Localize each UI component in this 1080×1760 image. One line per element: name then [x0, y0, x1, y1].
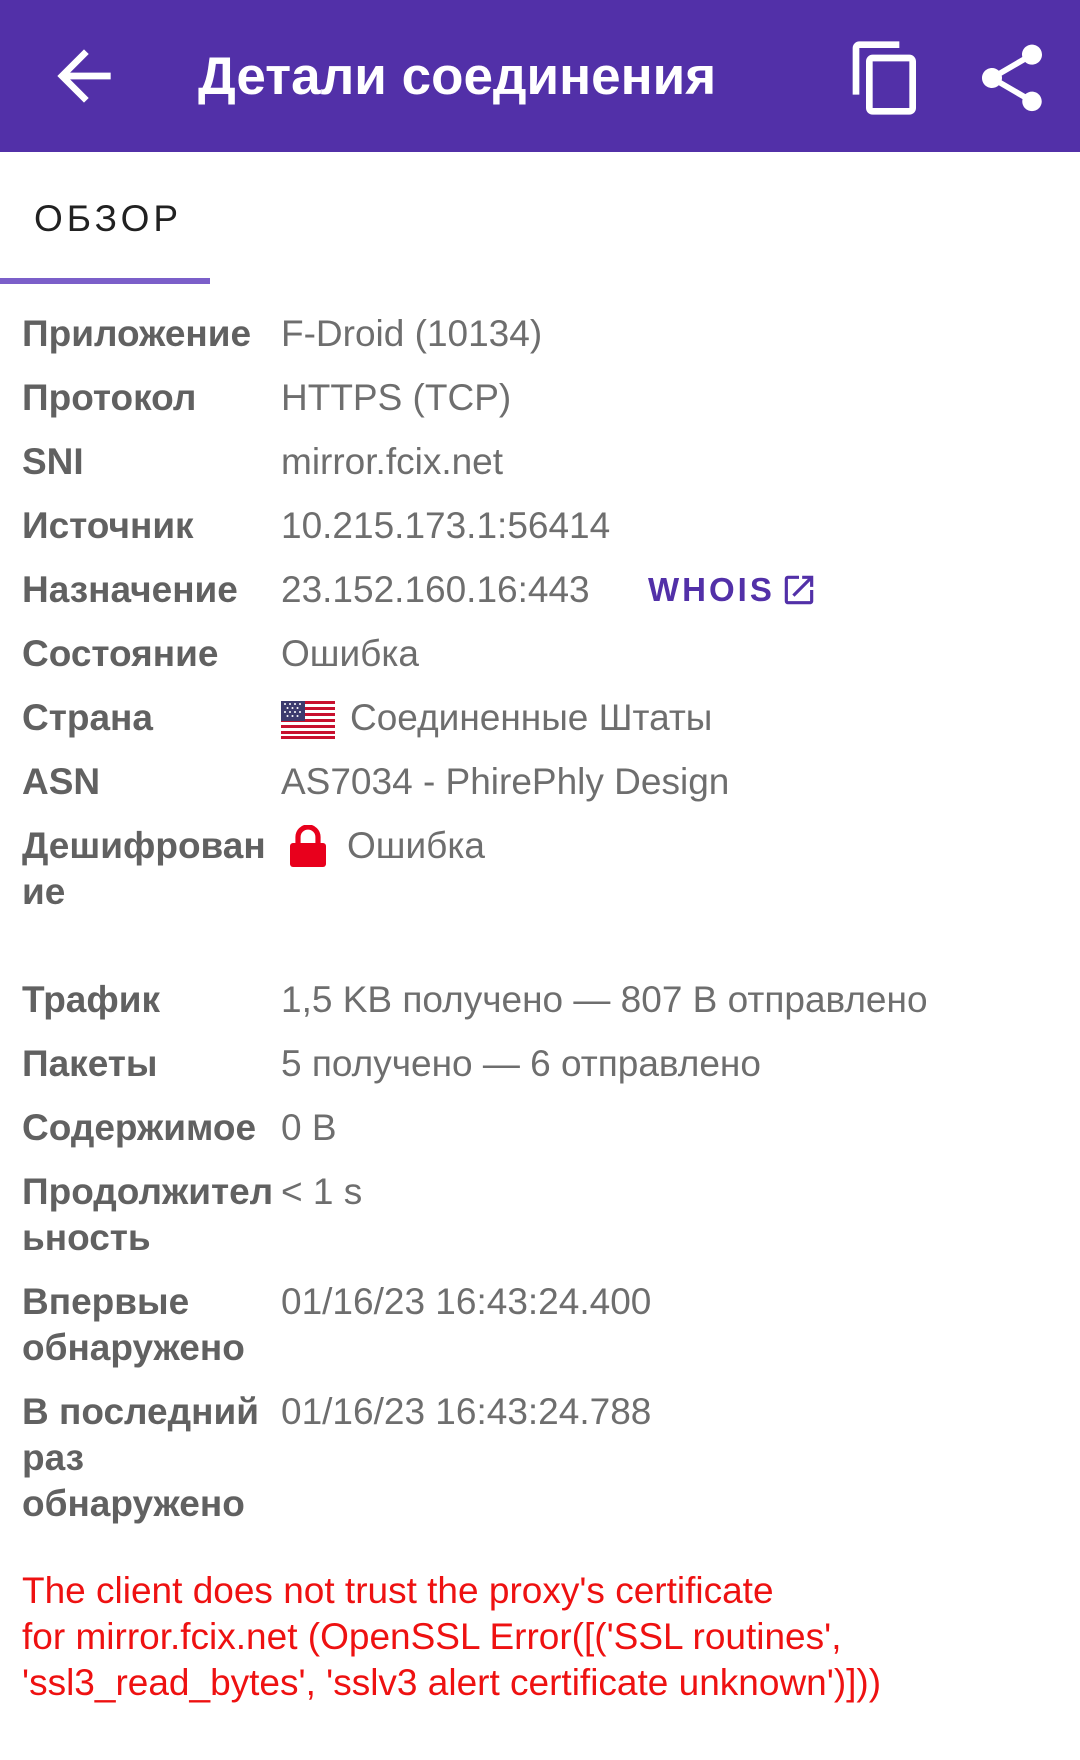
- detail-value: 01/16/23 16:43:24.400: [281, 1281, 652, 1322]
- detail-value: 5 получено — 6 отправлено: [281, 1043, 761, 1084]
- error-line: The client does not trust the proxy's ce…: [22, 1570, 774, 1611]
- detail-value: 0 B: [281, 1107, 337, 1148]
- detail-label: SNI: [22, 441, 84, 482]
- open-in-new-icon[interactable]: [780, 571, 818, 609]
- whois-link[interactable]: WHOIS: [648, 567, 775, 613]
- detail-label: Впервые обнаружено: [22, 1279, 284, 1371]
- content-copy-icon[interactable]: [846, 38, 926, 118]
- error-line: 'ssl3_read_bytes', 'sslv3 alert certific…: [22, 1662, 882, 1703]
- detail-value: AS7034 - PhirePhly Design: [281, 761, 730, 802]
- detail-label: Приложение: [22, 313, 252, 354]
- arrow-back-icon[interactable]: [44, 36, 124, 116]
- detail-value: mirror.fcix.net: [281, 441, 504, 482]
- us-flag-icon: [281, 701, 335, 739]
- detail-value: Соединенные Штаты: [350, 697, 713, 738]
- error-message: The client does not trust the proxy's ce…: [22, 1568, 1062, 1706]
- detail-value: F-Droid (10134): [281, 313, 543, 354]
- detail-value: Ошибка: [281, 633, 419, 674]
- detail-label-line: ие: [22, 871, 66, 912]
- tab-overview[interactable]: ОБЗОР: [0, 152, 210, 284]
- detail-label-line: ьность: [22, 1217, 151, 1258]
- detail-label: Трафик: [22, 979, 161, 1020]
- detail-label-line: В последний: [22, 1391, 259, 1432]
- app-bar: Детали соединения: [0, 0, 1080, 152]
- detail-label-line: обнаружено: [22, 1483, 245, 1524]
- detail-label-line: Впервые: [22, 1281, 190, 1322]
- detail-value: 10.215.173.1:56414: [281, 505, 611, 546]
- page-title: Детали соединения: [198, 47, 717, 106]
- detail-label-line: раз: [22, 1437, 85, 1478]
- detail-label: Страна: [22, 697, 153, 738]
- detail-label: Дешифрован ие: [22, 823, 284, 915]
- detail-value: Ошибка: [347, 825, 485, 866]
- detail-label: Содержимое: [22, 1107, 257, 1148]
- lock-icon: [290, 825, 326, 867]
- detail-label: Состояние: [22, 633, 219, 674]
- detail-label-line: обнаружено: [22, 1327, 245, 1368]
- detail-label: Продолжител ьность: [22, 1169, 284, 1261]
- error-line: for mirror.fcix.net (OpenSSL Error([('SS…: [22, 1616, 842, 1657]
- tab-bar: ОБЗОР: [0, 152, 1080, 284]
- share-icon[interactable]: [972, 38, 1052, 118]
- tab-overview-label: ОБЗОР: [34, 198, 183, 239]
- detail-label: Протокол: [22, 377, 197, 418]
- detail-label: ASN: [22, 761, 101, 802]
- detail-value: HTTPS (TCP): [281, 377, 512, 418]
- detail-label: Пакеты: [22, 1043, 158, 1084]
- detail-value: < 1 s: [281, 1171, 363, 1212]
- detail-label-line: Дешифрован: [22, 825, 266, 866]
- detail-label-line: Продолжител: [22, 1171, 274, 1212]
- detail-value: 1,5 KB получено — 807 B отправлено: [281, 979, 928, 1020]
- detail-label: Назначение: [22, 569, 238, 610]
- detail-label: В последний раз обнаружено: [22, 1389, 284, 1527]
- detail-value: 23.152.160.16:443: [281, 569, 590, 610]
- tab-indicator: [0, 278, 210, 284]
- detail-value: 01/16/23 16:43:24.788: [281, 1391, 652, 1432]
- detail-label: Источник: [22, 505, 194, 546]
